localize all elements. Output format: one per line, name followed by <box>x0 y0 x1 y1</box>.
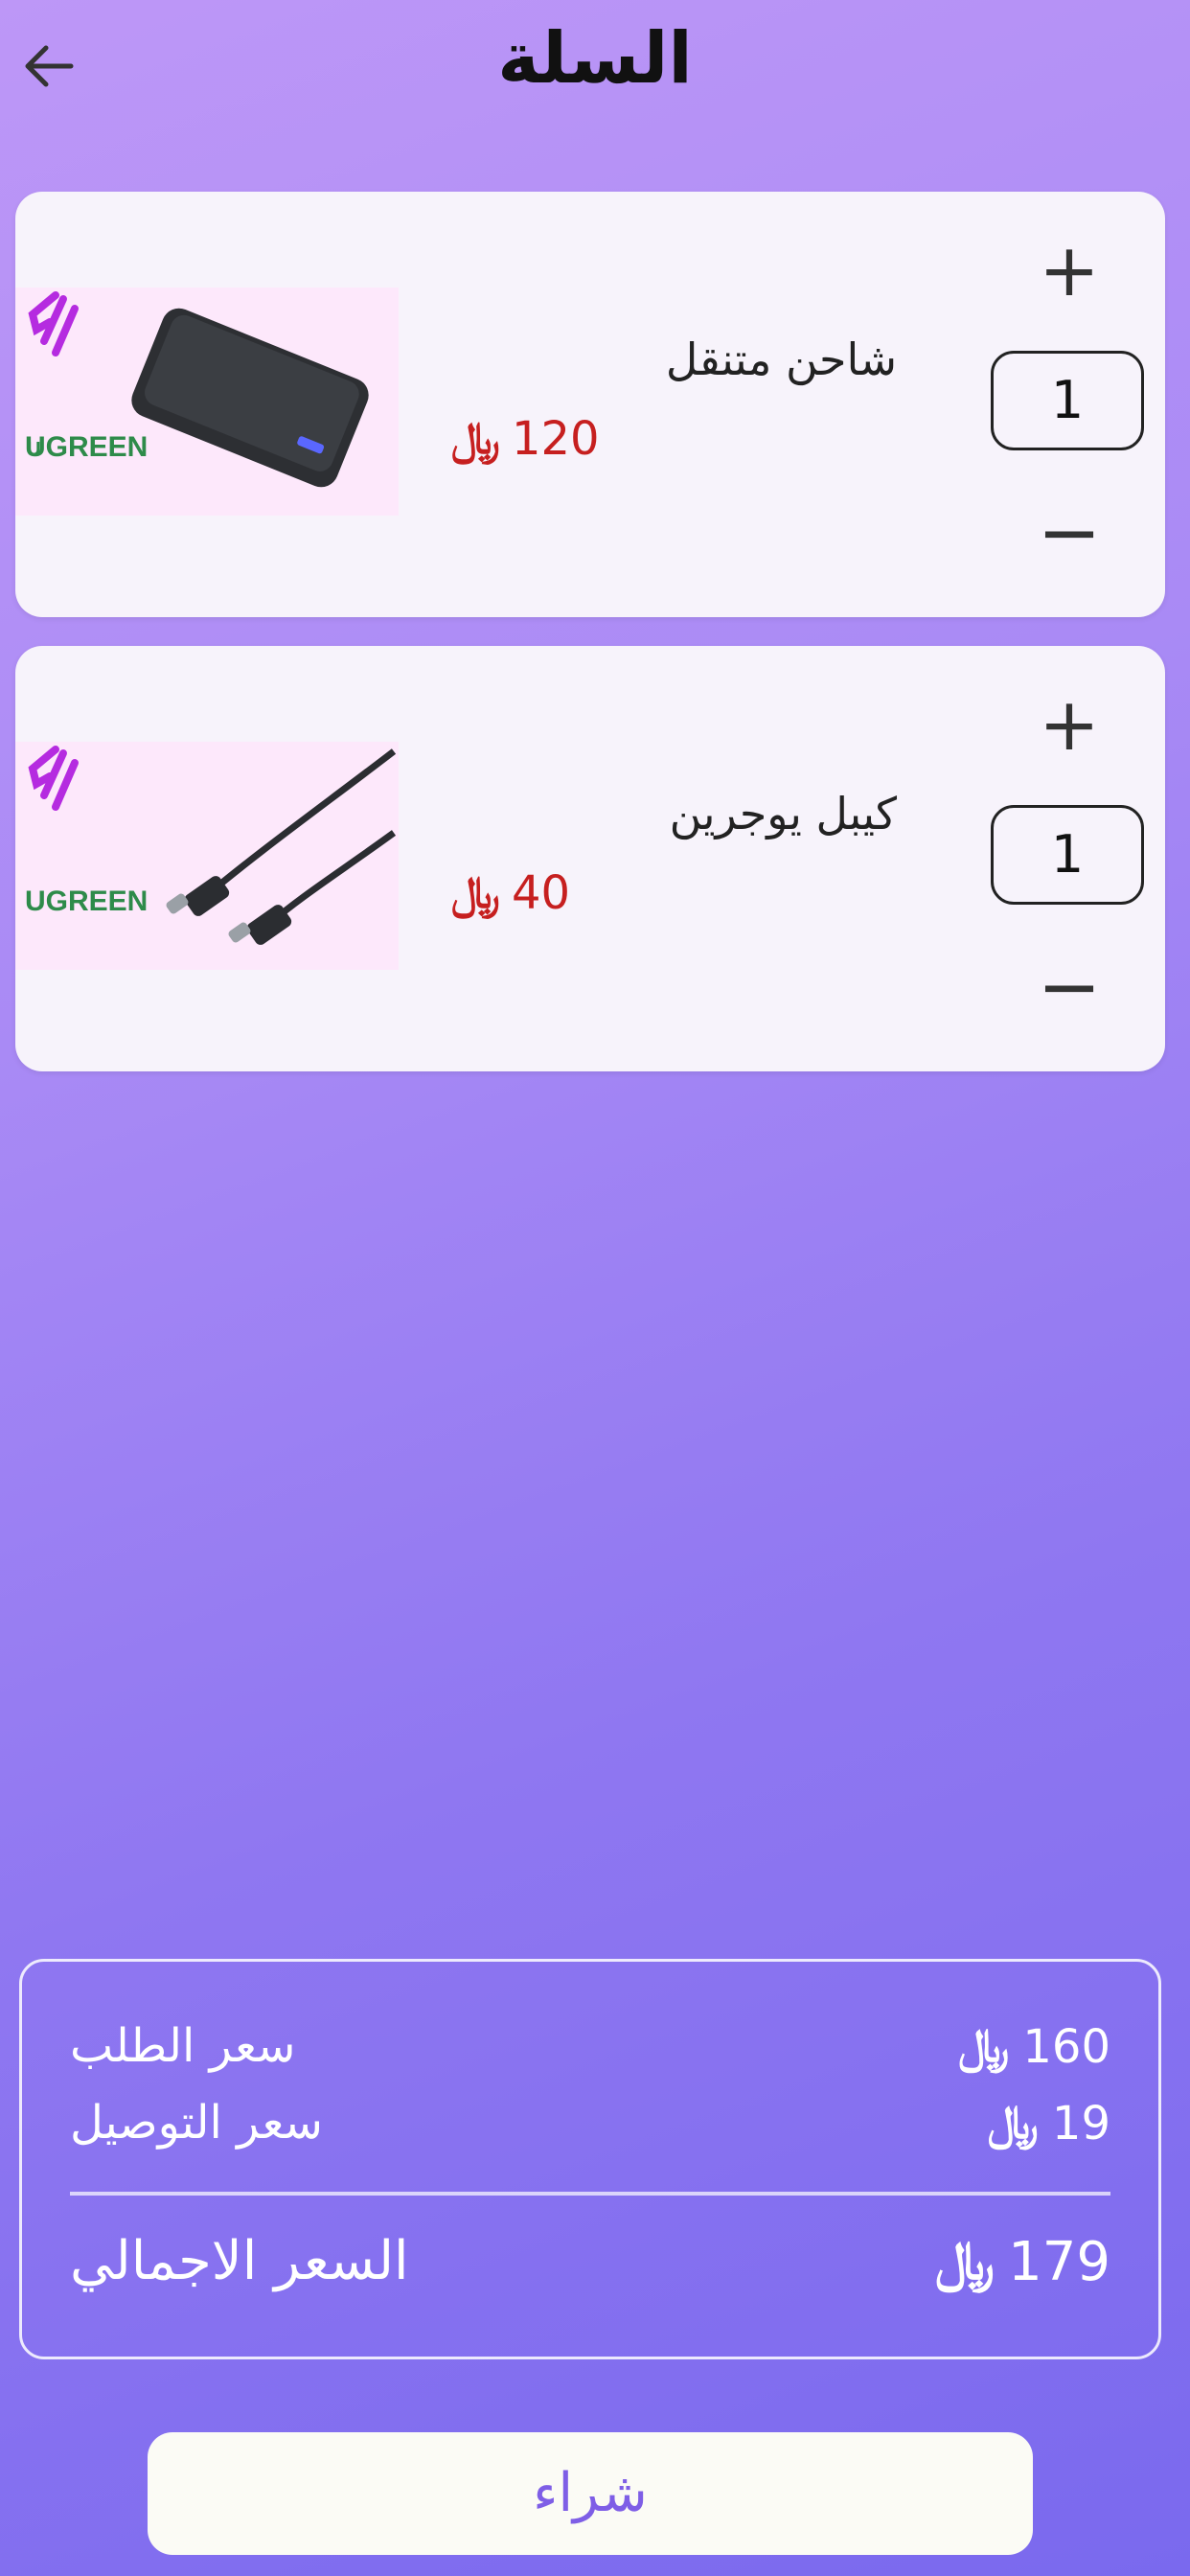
riyal-icon: ﷼ <box>451 412 500 464</box>
total-price-value: ﷼ 179 <box>935 2230 1110 2293</box>
delivery-price-value: ﷼ 19 <box>987 2096 1110 2150</box>
quantity-field[interactable]: 1 <box>991 351 1144 450</box>
riyal-icon: ﷼ <box>958 2019 1010 2073</box>
increase-quantity-button[interactable]: + <box>1035 688 1104 761</box>
decrease-quantity-button[interactable]: − <box>1035 494 1104 571</box>
minus-icon: − <box>1037 488 1102 577</box>
riyal-icon: ﷼ <box>451 866 500 918</box>
order-summary: سعر الطلب ﷼ 160 سعر التوصيل ﷼ 19 السعر ا… <box>19 1959 1161 2359</box>
product-image-power-bank[interactable]: U UGREEN <box>15 288 399 516</box>
order-price-value: ﷼ 160 <box>958 2019 1110 2074</box>
riyal-icon: ﷼ <box>987 2096 1039 2150</box>
price-value: 120 <box>511 412 600 466</box>
delivery-price-label: سعر التوصيل <box>70 2096 323 2150</box>
summary-divider <box>70 2192 1110 2196</box>
brand-logo: UGREEN <box>25 886 149 917</box>
minus-icon: − <box>1037 942 1102 1031</box>
buy-button[interactable]: شراء <box>148 2432 1033 2555</box>
product-price: ﷼ 40 <box>451 866 570 920</box>
order-price-label: سعر الطلب <box>70 2019 296 2073</box>
product-price: ﷼ 120 <box>451 412 600 466</box>
cart-item: UGREEN كيبل يوجرين ﷼ 40 + 1 − <box>15 646 1165 1071</box>
quantity-field[interactable]: 1 <box>991 805 1144 905</box>
store-logo-icon <box>28 746 79 811</box>
riyal-icon: ﷼ <box>935 2230 995 2292</box>
product-image-cable[interactable]: UGREEN <box>15 742 399 970</box>
cart-item: U UGREEN شاحن متنقل ﷼ 120 + 1 − <box>15 192 1165 617</box>
plus-icon: + <box>1039 227 1100 312</box>
product-name: شاحن متنقل <box>665 334 897 385</box>
page-title: السلة <box>497 17 693 100</box>
store-logo-icon <box>28 291 79 356</box>
price-value: 40 <box>511 866 571 920</box>
increase-quantity-button[interactable]: + <box>1035 234 1104 307</box>
total-price-label: السعر الاجمالي <box>70 2230 409 2292</box>
plus-icon: + <box>1039 681 1100 767</box>
brand-logo: UGREEN <box>25 431 149 463</box>
product-name: كيبل يوجرين <box>669 788 897 840</box>
decrease-quantity-button[interactable]: − <box>1035 949 1104 1025</box>
